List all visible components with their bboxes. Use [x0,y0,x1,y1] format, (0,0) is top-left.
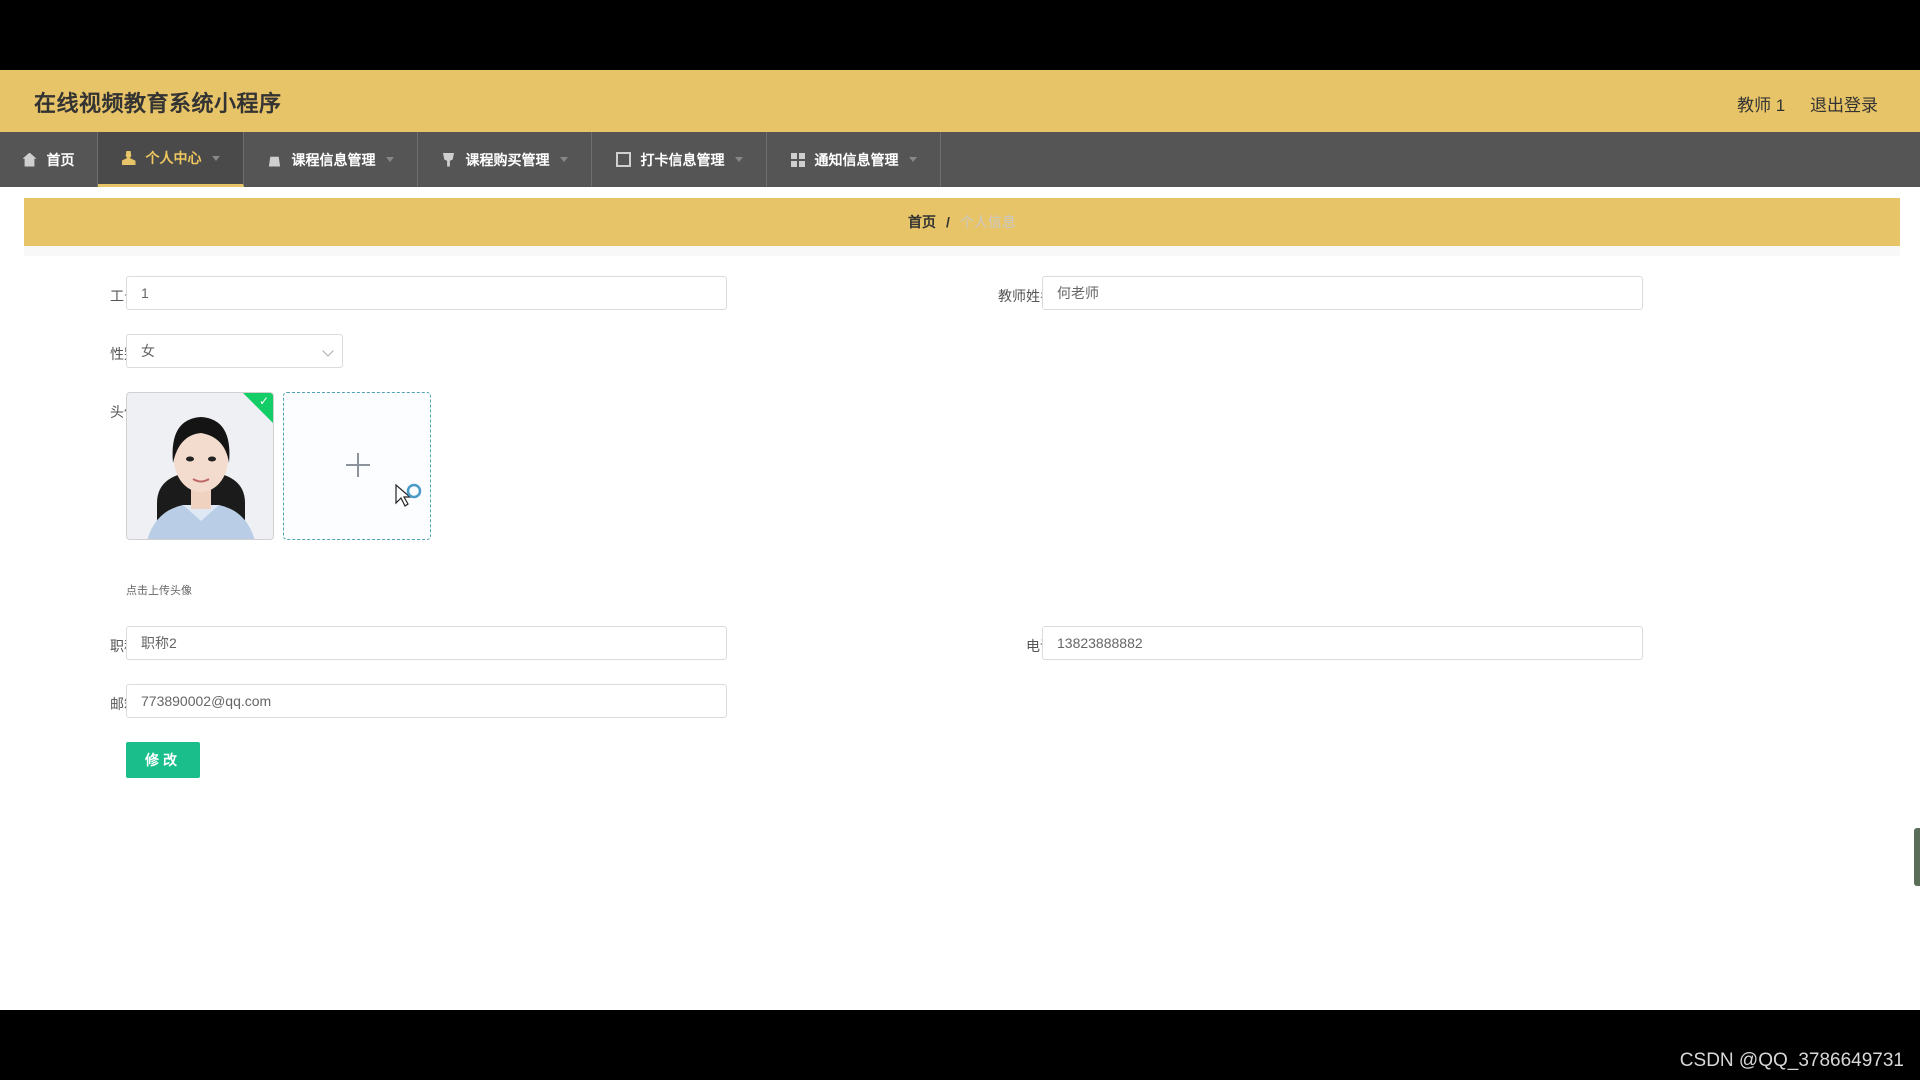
grid-icon [790,152,805,167]
app-title: 在线视频教育系统小程序 [34,91,282,116]
nav-item-course-info[interactable]: 课程信息管理 [244,132,418,187]
header-user-area: 教师 1 退出登录 [1717,91,1878,116]
phone-input[interactable]: 13823888882 [1042,626,1643,660]
nav-item-personal-center[interactable]: 个人中心 [98,132,244,187]
nav-item-label: 课程信息管理 [291,151,376,168]
nav-item-course-purchase[interactable]: 课程购买管理 [418,132,592,187]
teacher-name-value: 何老师 [1057,285,1099,301]
check-icon: ✓ [258,394,269,408]
gender-select[interactable]: 女 [126,334,343,368]
chevron-down-icon [559,157,568,162]
email-value: 773890002@qq.com [141,693,272,709]
gender-value: 女 [141,343,155,359]
nav-item-label: 课程购买管理 [465,151,550,168]
nav-item-label: 通知信息管理 [814,151,899,168]
avatar-upload-button[interactable] [283,392,431,540]
chevron-down-icon [734,157,743,162]
chevron-down-icon [211,155,220,161]
watermark: CSDN @QQ_3786649731 [1679,1050,1904,1071]
avatar-label: 头像 [110,404,138,420]
chevron-down-icon [385,157,394,162]
nav-item-label: 首页 [46,151,75,168]
nav-item-home[interactable]: 首页 [0,132,98,187]
nav-item-notice[interactable]: 通知信息管理 [767,132,941,187]
current-user-name: 教师 1 [1737,96,1786,115]
teacher-name-input[interactable]: 何老师 [1042,276,1643,310]
email-label: 邮箱 [110,696,138,712]
chevron-down-icon [908,157,917,162]
title-input[interactable]: 职称2 [126,626,727,660]
avatar-upload-hint: 点击上传头像 [126,585,192,597]
home-icon [22,152,37,167]
video-letterbox-top [0,0,1920,70]
title-value: 职称2 [141,635,177,651]
employee-id-label: 工号 [110,288,138,304]
employee-id-input[interactable]: 1 [126,276,727,310]
update-button[interactable]: 修改 [126,742,200,778]
cup-icon [442,152,455,167]
avatar-thumbnail[interactable]: ✓ [126,392,274,540]
teacher-name-label: 教师姓名 [998,288,1054,304]
top-header: 在线视频教育系统小程序 教师 1 退出登录 [0,70,1920,132]
title-label: 职称 [110,638,138,654]
plus-icon [346,453,370,477]
copy-icon [615,152,631,167]
user-icon [121,151,136,165]
breadcrumb-separator: / [946,214,950,230]
employee-id-value: 1 [141,285,149,301]
profile-form: 工号 1 教师姓名 何老师 性别 女 头像 ✓ 点击上传头像 职称 职称2 电话… [24,256,1900,826]
main-nav: 首页 个人中心 课程信息管理 课程购买管理 打卡信息管理 通知信息管理 [0,132,1920,187]
breadcrumb-home[interactable]: 首页 [908,212,936,232]
nav-item-label: 打卡信息管理 [640,151,725,168]
gender-label: 性别 [110,346,138,362]
nav-item-label: 个人中心 [145,150,202,166]
phone-label: 电话 [1026,638,1054,654]
scrollbar-thumb[interactable] [1914,828,1920,886]
nav-item-checkin[interactable]: 打卡信息管理 [592,132,767,187]
breadcrumb: 首页 / 个人信息 [24,198,1900,246]
main-content: 首页 / 个人信息 工号 1 教师姓名 何老师 性别 女 头像 ✓ 点击上传头像… [24,198,1900,826]
video-letterbox-bottom [0,1010,1920,1080]
email-input[interactable]: 773890002@qq.com [126,684,727,718]
cursor-busy-icon [395,483,422,507]
bag-icon [268,156,281,167]
chevron-down-icon [322,345,334,357]
logout-link[interactable]: 退出登录 [1810,96,1878,115]
phone-value: 13823888882 [1057,635,1143,651]
app-window: 在线视频教育系统小程序 教师 1 退出登录 首页 个人中心 课程信息管理 课程购… [0,70,1920,1010]
breadcrumb-current: 个人信息 [959,214,1016,230]
